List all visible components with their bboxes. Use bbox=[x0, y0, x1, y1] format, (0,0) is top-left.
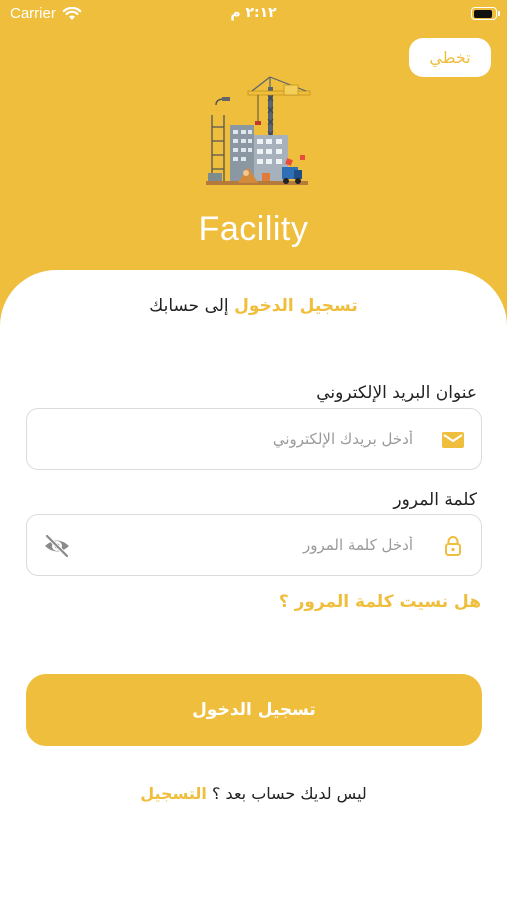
password-input[interactable] bbox=[93, 515, 413, 575]
login-headline-rest: إلى حسابك bbox=[149, 296, 235, 316]
lock-icon bbox=[445, 536, 461, 556]
battery-fill bbox=[473, 9, 492, 18]
signup-row: ليس لديك حساب بعد ؟ التسجيل bbox=[0, 784, 507, 803]
forgot-password-link[interactable]: هل نسيت كلمة المرور ؟ bbox=[279, 592, 481, 612]
login-card bbox=[0, 270, 507, 900]
email-field[interactable] bbox=[26, 408, 482, 470]
no-account-text: ليس لديك حساب بعد ؟ bbox=[206, 784, 367, 803]
email-input[interactable] bbox=[93, 409, 413, 469]
skip-button[interactable]: تخطي bbox=[409, 38, 491, 77]
password-label: كلمة المرور bbox=[393, 490, 477, 510]
eye-off-icon[interactable] bbox=[43, 534, 71, 558]
signup-link[interactable]: التسجيل bbox=[140, 784, 207, 803]
login-headline: تسجيل الدخول إلى حسابك bbox=[0, 296, 507, 316]
construction-logo bbox=[206, 76, 311, 185]
email-label: عنوان البريد الإلكتروني bbox=[316, 383, 477, 403]
battery-icon bbox=[471, 7, 500, 20]
login-button[interactable]: تسجيل الدخول bbox=[26, 674, 482, 746]
login-headline-accent: تسجيل الدخول bbox=[234, 296, 358, 316]
status-bar: Carrier ٢:١٢ م bbox=[0, 0, 507, 30]
mail-icon bbox=[442, 432, 464, 448]
app-title: Facility bbox=[198, 210, 309, 248]
password-field[interactable] bbox=[26, 514, 482, 576]
status-time: ٢:١٢ م bbox=[230, 5, 277, 21]
